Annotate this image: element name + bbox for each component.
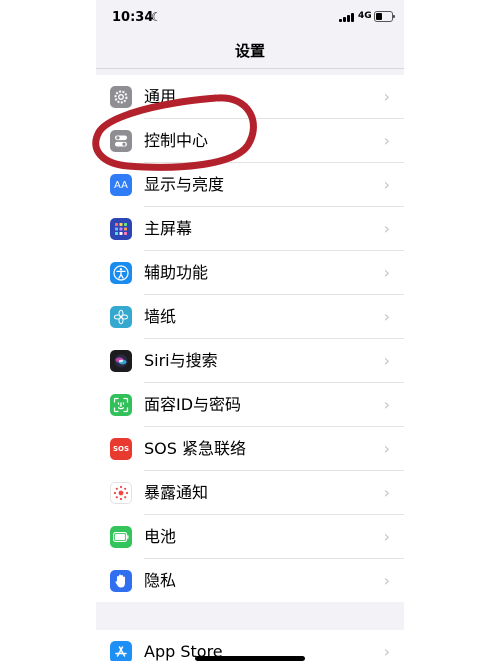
network-type-label: 4G	[358, 11, 372, 21]
settings-row-label: 墙纸	[144, 307, 177, 326]
hand-icon	[110, 570, 132, 592]
nav-divider	[96, 68, 404, 69]
gear-icon	[110, 86, 132, 108]
settings-row-control-center[interactable]: 控制中心 ›	[96, 119, 404, 163]
settings-row-emergency-sos[interactable]: SOS SOS 紧急联络 ›	[96, 427, 404, 471]
settings-row-label: 主屏幕	[144, 219, 193, 238]
settings-row-label: 显示与亮度	[144, 175, 225, 194]
flower-icon	[110, 306, 132, 328]
settings-row-label: 电池	[144, 527, 177, 546]
chevron-right-icon: ›	[383, 571, 390, 590]
chevron-right-icon: ›	[383, 527, 390, 546]
settings-row-display-brightness[interactable]: AA 显示与亮度 ›	[96, 163, 404, 207]
settings-row-home-screen[interactable]: 主屏幕 ›	[96, 207, 404, 251]
battery-icon	[110, 526, 132, 548]
home-screen-grid-icon	[110, 218, 132, 240]
settings-row-label: 隐私	[144, 571, 177, 590]
settings-row-label: Siri与搜索	[144, 351, 218, 370]
chevron-right-icon: ›	[383, 131, 390, 150]
status-battery-icon	[374, 11, 395, 22]
status-bar: 10:34 ☾ 4G	[96, 0, 404, 38]
chevron-right-icon: ›	[383, 483, 390, 502]
phone-screen: 10:34 ☾ 4G 设置 通用 › 控制中心 › AA 显示与亮度 › 主屏幕…	[96, 0, 404, 661]
app-store-icon	[110, 641, 132, 661]
settings-row-battery[interactable]: 电池 ›	[96, 515, 404, 559]
cellular-signal-icon	[339, 12, 355, 22]
chevron-right-icon: ›	[383, 219, 390, 238]
chevron-right-icon: ›	[383, 87, 390, 106]
face-id-icon	[110, 394, 132, 416]
settings-row-label: 通用	[144, 87, 177, 106]
chevron-right-icon: ›	[383, 175, 390, 194]
chevron-right-icon: ›	[383, 307, 390, 326]
settings-row-general[interactable]: 通用 ›	[96, 75, 404, 119]
settings-row-label: SOS 紧急联络	[144, 439, 246, 458]
settings-row-siri-search[interactable]: Siri与搜索 ›	[96, 339, 404, 383]
settings-row-label: 控制中心	[144, 131, 209, 150]
settings-row-wallpaper[interactable]: 墙纸 ›	[96, 295, 404, 339]
status-time: 10:34	[112, 10, 154, 25]
aa-text-icon: AA	[110, 174, 132, 196]
settings-row-label: 面容ID与密码	[144, 395, 242, 414]
settings-row-label: 辅助功能	[144, 263, 209, 282]
toggle-switches-icon	[110, 130, 132, 152]
do-not-disturb-moon-icon: ☾	[151, 10, 162, 24]
siri-orb-icon	[110, 350, 132, 372]
settings-row-exposure-notifications[interactable]: 暴露通知 ›	[96, 471, 404, 515]
sos-icon: SOS	[110, 438, 132, 460]
page-title: 设置	[234, 42, 265, 60]
settings-row-privacy[interactable]: 隐私 ›	[96, 559, 404, 603]
accessibility-person-icon	[110, 262, 132, 284]
chevron-right-icon: ›	[383, 263, 390, 282]
chevron-right-icon: ›	[383, 395, 390, 414]
exposure-notification-icon	[110, 482, 132, 504]
settings-row-accessibility[interactable]: 辅助功能 ›	[96, 251, 404, 295]
settings-row-face-id-passcode[interactable]: 面容ID与密码 ›	[96, 383, 404, 427]
chevron-right-icon: ›	[383, 351, 390, 370]
settings-group: 通用 › 控制中心 › AA 显示与亮度 › 主屏幕 › 辅助功能 › 墙纸 ›…	[96, 75, 404, 602]
settings-row-label: 暴露通知	[144, 483, 209, 502]
chevron-right-icon: ›	[383, 642, 390, 661]
home-indicator	[195, 656, 305, 661]
chevron-right-icon: ›	[383, 439, 390, 458]
